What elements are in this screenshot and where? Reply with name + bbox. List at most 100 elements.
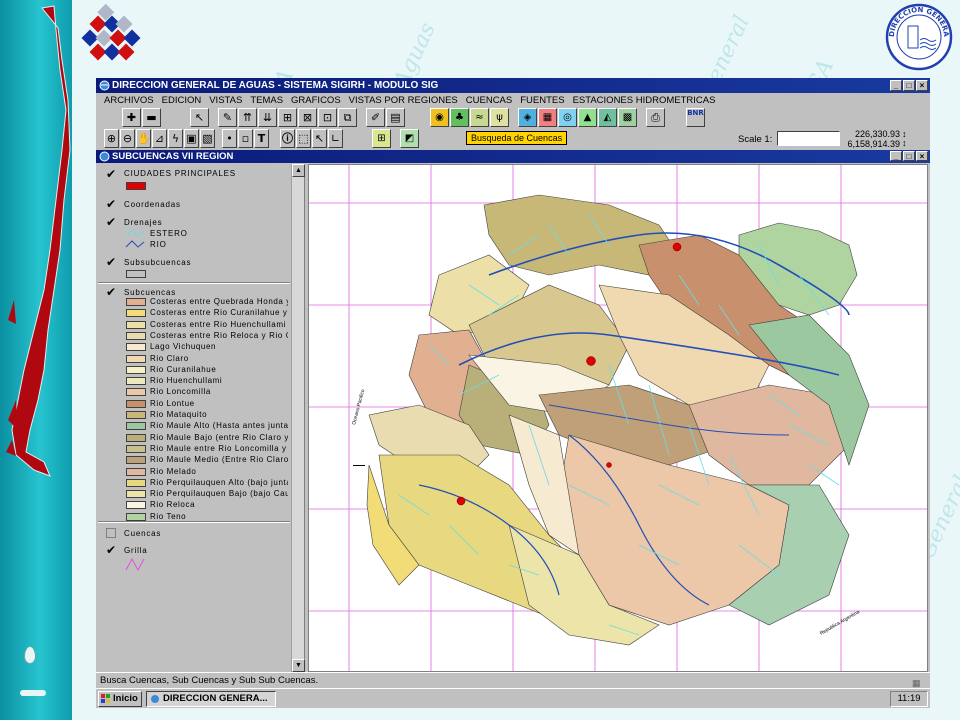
search-basin-button[interactable]: ◉ [430,108,449,127]
start-button[interactable]: Inicio [98,691,142,707]
drenajes-checkbox[interactable]: ✔ [106,216,118,228]
subcuenca-swatch [126,456,146,465]
text-tool-button[interactable]: T [254,129,269,148]
bnr-button[interactable]: BNR [686,108,705,127]
subcuenca-label: Rio Maule entre Rio Loncomilla y [150,443,287,453]
menu-vistas-por-regiones[interactable]: VISTAS POR REGIONES [345,94,462,108]
maximize-button[interactable]: □ [903,80,915,91]
boundary-label: Republica Argentina [819,609,861,637]
basin-map[interactable]: Oceano Pacifico Republica Argentina [309,165,928,672]
subcuenca-swatch [126,399,146,408]
subsubcuencas-swatch [126,270,146,278]
menu-cuencas[interactable]: CUENCAS [462,94,516,108]
remove-theme-button[interactable]: ▬ [142,108,161,127]
print-button[interactable]: ⎙ [646,108,665,127]
stations-layer-button[interactable]: ◈ [518,108,537,127]
view-title-bar[interactable]: SUBCUENCAS VII REGION _ □ × [96,150,930,163]
subcuenca-label: Rio Perquilauquen Alto (bajo junta [150,477,288,487]
drenajes-title: Drenajes [124,218,163,227]
subcuenca-label: Costeras entre Rio Huenchullami [150,319,286,329]
pointer-tool-button[interactable]: ↖ [190,108,209,127]
subsubcuencas-checkbox[interactable]: ✔ [106,256,118,268]
legend-divider [98,282,290,284]
tooltip: Busqueda de Cuencas [466,131,568,145]
add-theme-button[interactable]: ✚ [122,108,141,127]
zoom-extent-button[interactable]: ⊞ [278,108,297,127]
add-point-button[interactable]: ▫ [238,129,253,148]
subcuenca-swatch [126,298,146,306]
taskbar-app-button[interactable]: DIRECCION GENERA... [146,691,276,707]
lakes-layer-button[interactable]: ◎ [558,108,577,127]
view-maximize-button[interactable]: □ [903,151,915,161]
measure-button[interactable]: ⊿ [152,129,167,148]
zoom-selected-button[interactable]: ⧉ [338,108,357,127]
subcuenca-label: Rio Maule Alto (Hasta antes junta [150,421,288,431]
map-canvas[interactable]: Oceano Pacifico Republica Argentina [308,164,928,672]
menu-archivos[interactable]: ARCHIVOS [100,94,158,108]
legend-scrollbar[interactable]: ▲ ▼ [291,164,305,672]
menu-estaciones-hidrometricas[interactable]: ESTACIONES HIDROMETRICAS [569,94,720,108]
zoom-out-button[interactable]: ⊖ [120,129,135,148]
select-rect-button[interactable]: ⬚ [296,129,311,148]
grilla-checkbox[interactable]: ✔ [106,544,118,556]
wells-layer-button[interactable]: ▦ [538,108,557,127]
terrain-layer-button[interactable]: ▲ [578,108,597,127]
coordenadas-checkbox[interactable]: ✔ [106,198,118,210]
layer-up-button[interactable]: ⇈ [238,108,257,127]
subcuenca-label: Rio Maule Bajo (entre Rio Claro y [150,432,288,442]
glacier-layer-button[interactable]: ◭ [598,108,617,127]
resize-grip-icon[interactable]: ▦ [912,675,926,688]
hotlink-button[interactable]: ϟ [168,129,183,148]
menu-bar: ARCHIVOS EDICION VISTAS TEMAS GRAFICOS V… [96,94,930,108]
menu-vistas[interactable]: VISTAS [205,94,246,108]
chart-button[interactable]: ◩ [400,129,419,148]
select-feature-button[interactable]: ▣ [184,129,199,148]
app-title: DIRECCION GENERAL DE AGUAS - SISTEMA SIG… [112,80,439,91]
coordenadas-title: Coordenadas [124,200,181,209]
teardrop-icon [24,646,36,664]
line-tool-button[interactable]: ∟ [328,129,343,148]
grass-layer-button[interactable]: ψ [490,108,509,127]
menu-graficos[interactable]: GRAFICOS [287,94,345,108]
subcuenca-swatch [126,422,146,431]
subcuenca-label: Rio Reloca [150,500,196,510]
menu-fuentes[interactable]: FUENTES [516,94,568,108]
pan-button[interactable]: ✋ [136,129,151,148]
select-graphic-button[interactable]: ▧ [200,129,215,148]
city-talca [586,356,596,366]
vegetation-layer-button[interactable]: ♣ [450,108,469,127]
bnr-label: BNR [687,109,704,117]
zoom-in-button[interactable]: ⊕ [104,129,119,148]
identify-button[interactable]: ⓘ [280,129,295,148]
minimize-button[interactable]: _ [890,80,902,91]
drainage-layer-button[interactable]: ≈ [470,108,489,127]
layer-down-button[interactable]: ⇊ [258,108,277,127]
close-button[interactable]: × [916,80,928,91]
ciudades-checkbox[interactable]: ✔ [106,168,118,180]
open-file-button[interactable]: ▤ [386,108,405,127]
menu-temas[interactable]: TEMAS [246,94,287,108]
subcuenca-swatch [126,388,146,397]
zoom-prev-button[interactable]: ⊡ [318,108,337,127]
edit-layer-button[interactable]: ✎ [218,108,237,127]
view-minimize-button[interactable]: _ [890,151,902,161]
pen-tool-button[interactable]: ✐ [366,108,385,127]
menu-edicion[interactable]: EDICION [158,94,206,108]
scroll-up-button[interactable]: ▲ [292,164,305,177]
subcuenca-label: Rio Huenchullami [150,376,223,386]
scale-input[interactable] [777,131,840,146]
vertex-edit-button[interactable]: • [222,129,237,148]
ciudades-title: CIUDADES PRINCIPALES [124,169,236,178]
app-title-bar[interactable]: DIRECCION GENERAL DE AGUAS - SISTEMA SIG… [96,78,930,93]
select-arrow-button[interactable]: ↖ [312,129,327,148]
view-close-button[interactable]: × [916,151,928,161]
zoom-fit-button[interactable]: ⊠ [298,108,317,127]
subsubcuencas-title: Subsubcuencas [124,258,192,267]
coordinate-y: 6,158,914.39 [847,139,900,149]
land-use-layer-button[interactable]: ▩ [618,108,637,127]
subcuencas-checkbox[interactable]: ✔ [106,286,118,298]
coordinate-x: 226,330.93 [854,129,900,139]
scroll-down-button[interactable]: ▼ [292,659,305,672]
cuencas-checkbox[interactable] [106,528,116,538]
query-builder-button[interactable]: ⊞ [372,129,391,148]
